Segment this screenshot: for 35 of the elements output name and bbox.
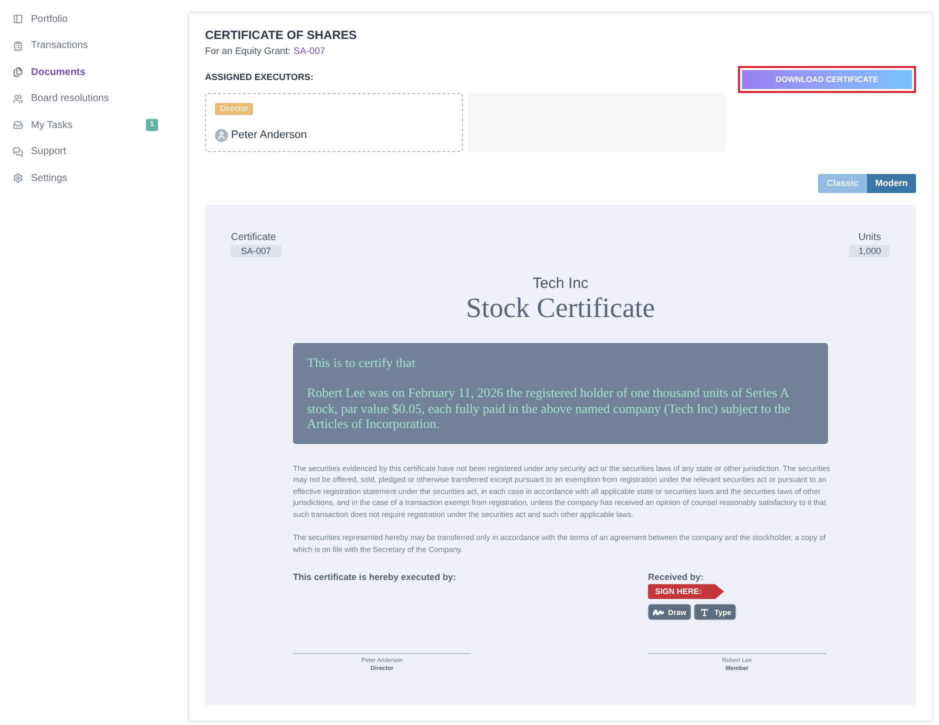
sidebar-item[interactable]: Board resolutions xyxy=(0,86,188,112)
executed-by-label: This certificate is hereby executed by: xyxy=(293,571,456,584)
people-icon xyxy=(13,94,23,104)
text-icon xyxy=(699,608,710,617)
page-title: CERTIFICATE OF SHARES xyxy=(205,28,357,43)
sign-here-tag: SIGN HERE: xyxy=(648,584,724,600)
statement-body: Robert Lee was on February 11, 2026 the registered holder of one thousand units of Series A stock, par value $0.05, each fully paid in the above named company (Tech Inc) subject to the Articles of Incorporation. xyxy=(307,385,792,432)
sidebar-item[interactable]: Transactions xyxy=(0,32,188,59)
grant-link[interactable]: SA-007 xyxy=(294,45,326,58)
chat-icon xyxy=(13,146,23,157)
download-button[interactable]: DOWNLOAD CERTIFICATE xyxy=(738,66,916,93)
certificate-label: Certificate xyxy=(231,232,276,244)
company-name: Tech Inc xyxy=(532,275,588,293)
received-by-label: Received by: xyxy=(648,571,704,584)
clipboard-icon xyxy=(13,40,23,51)
sidebar-item[interactable]: Support xyxy=(0,138,188,165)
style-tab[interactable]: Modern xyxy=(867,174,916,193)
executor-name: Peter Anderson xyxy=(231,128,307,143)
person-icon xyxy=(215,128,228,142)
inbox-icon xyxy=(13,120,23,130)
sidebar-item[interactable]: Documents xyxy=(0,59,188,86)
panel-icon xyxy=(13,14,23,24)
subtitle: For an Equity Grant: xyxy=(205,45,291,58)
documents-icon xyxy=(13,67,23,78)
squiggle-icon xyxy=(653,608,664,617)
statement-intro: This is to certify that xyxy=(307,355,416,371)
section-label: ASSIGNED EXECUTORS: xyxy=(205,71,314,83)
certificate-title: Stock Certificate xyxy=(466,293,655,325)
units-label: Units xyxy=(858,232,882,244)
sidebar-item[interactable]: Portfolio xyxy=(0,6,188,32)
settings-icon xyxy=(13,173,23,184)
sidebar-item[interactable]: Settings xyxy=(0,165,188,192)
role-tag: Director xyxy=(215,103,254,115)
certificate-number: SA-007 xyxy=(231,245,282,257)
units-value: 1,000 xyxy=(849,245,890,257)
